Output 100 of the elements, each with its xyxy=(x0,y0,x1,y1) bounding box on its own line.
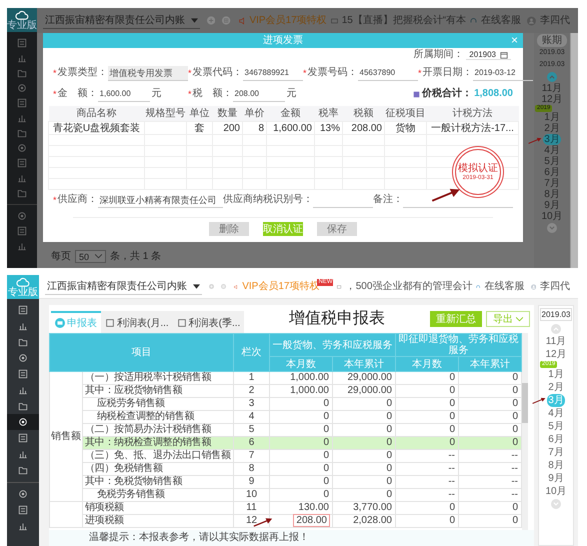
table-cell: -- xyxy=(458,476,522,488)
field-label: 所属期间： xyxy=(413,49,464,61)
scrollbar[interactable] xyxy=(570,33,578,268)
month-item[interactable]: 11月 xyxy=(540,83,564,94)
field-label: 供应商纳税识别号： xyxy=(223,194,313,206)
logo[interactable]: 专业版 xyxy=(7,275,39,299)
period-button[interactable]: 账期 xyxy=(537,34,567,47)
company-select[interactable]: 江西振宙精密有限责任公司内账 xyxy=(43,12,200,29)
field-label: 备注： xyxy=(373,194,403,206)
gear-icon xyxy=(18,489,28,499)
table-cell: -- xyxy=(396,450,458,462)
tab[interactable]: 利润表(季... xyxy=(172,311,244,333)
month-item[interactable]: 5月 xyxy=(543,156,561,167)
table-cell: 其中：应税货物销售额 xyxy=(82,384,234,398)
stamp-title: 模拟认证 xyxy=(458,162,498,174)
close-button[interactable]: × xyxy=(510,33,518,48)
month-item[interactable]: 1月 xyxy=(543,112,561,123)
avatar-icon[interactable] xyxy=(527,14,536,28)
month-item[interactable]: 3月 xyxy=(547,394,565,407)
month-item[interactable]: 4月 xyxy=(547,407,565,420)
table-cell: 11 xyxy=(234,502,270,514)
month-item[interactable]: 7月 xyxy=(543,178,561,189)
slogan-link[interactable]: ，500强企业都有的管理会计 xyxy=(346,280,472,292)
table-cell: 0 xyxy=(396,372,458,384)
table-cell: 0 xyxy=(458,502,522,514)
column-header: 本年累计 xyxy=(470,358,510,370)
input-field[interactable]: 45637890 xyxy=(358,66,418,80)
input-field[interactable]: 208.00 xyxy=(232,86,285,102)
column-header: 本年累计 xyxy=(344,358,384,370)
required-mark: * xyxy=(418,68,422,78)
table-cell: 1,000.00 xyxy=(270,384,332,398)
scrollbar[interactable] xyxy=(522,333,528,530)
month-item[interactable]: 8月 xyxy=(543,189,561,200)
folder-icon xyxy=(17,128,27,138)
tab[interactable]: 申报表 xyxy=(51,311,101,333)
table-cell: 货物 xyxy=(396,122,416,134)
table-cell: 0 xyxy=(396,398,458,410)
tab[interactable]: 利润表(月... xyxy=(101,311,173,333)
month-item[interactable]: 1月 xyxy=(547,368,565,381)
table-cell: 0 xyxy=(332,436,396,450)
table-cell: 销项税额 xyxy=(82,502,234,514)
logo[interactable]: 专业版 xyxy=(7,8,37,32)
scroll-down-icon[interactable] xyxy=(547,223,557,233)
gear-icon xyxy=(17,82,27,92)
table-cell: 0 xyxy=(270,462,332,476)
month-item[interactable]: 11月 xyxy=(544,335,568,348)
month-item[interactable]: 4月 xyxy=(543,145,561,156)
month-item[interactable]: 9月 xyxy=(547,472,565,485)
month-item[interactable]: 2月 xyxy=(543,123,561,134)
input-field[interactable]: 2019-03-12 xyxy=(472,66,533,80)
table-cell: 2 xyxy=(234,384,270,398)
column-header: 金额 xyxy=(266,106,314,122)
table-cell: 0 xyxy=(332,410,396,424)
bar-chart-icon xyxy=(17,52,27,62)
news-link[interactable]: 15【直播】把握税会计“有本 xyxy=(342,14,466,26)
bar-chart-icon xyxy=(18,521,28,531)
page-size-select[interactable]: 50 xyxy=(75,250,106,263)
report-title: 增值税申报表 xyxy=(288,310,386,328)
scroll-up-icon[interactable] xyxy=(547,72,557,82)
input-field[interactable]: 1,600.00 xyxy=(98,86,150,102)
company-select[interactable]: 江西振宙精密有限责任公司内账 xyxy=(45,278,202,295)
toolbar-button[interactable]: 导出 xyxy=(486,311,530,327)
gear-icon xyxy=(18,417,28,427)
month-item[interactable]: 12月 xyxy=(540,94,564,105)
folder-icon xyxy=(18,337,28,347)
column-header: 本月数 xyxy=(412,358,442,370)
table-cell: 2,028.00 xyxy=(332,514,396,528)
table-cell: 0 xyxy=(270,410,332,424)
table-cell: 0 xyxy=(270,450,332,462)
month-item[interactable]: 12月 xyxy=(544,348,568,361)
month-item[interactable]: 10月 xyxy=(540,211,564,222)
month-item[interactable]: 9月 xyxy=(543,200,561,211)
month-item[interactable]: 2月 xyxy=(547,381,565,394)
document-icon xyxy=(17,98,27,108)
service-link[interactable]: 在线客服 xyxy=(481,14,522,26)
table-cell: 进项税额 xyxy=(82,514,234,528)
caret-icon xyxy=(191,18,198,22)
month-item[interactable]: 10月 xyxy=(544,485,568,498)
period-field[interactable]: 201903 xyxy=(466,50,511,60)
logo-text: 专业版 xyxy=(7,20,37,31)
month-item[interactable]: 6月 xyxy=(543,167,561,178)
dialog-button[interactable]: 取消认证 xyxy=(263,222,303,236)
input-field[interactable]: 3467889921 xyxy=(242,66,303,80)
input-field[interactable]: 深圳联亚小精蒋有限责任公司 xyxy=(98,192,223,208)
table-cell: 29,000.00 xyxy=(332,372,396,384)
sidebar-item[interactable] xyxy=(7,414,39,430)
month-item[interactable]: 3月 xyxy=(543,134,561,145)
user-name[interactable]: 李四代 xyxy=(540,280,570,292)
user-name[interactable]: 李四代 xyxy=(540,14,570,26)
table-cell: 0 xyxy=(270,436,332,450)
table-cell: 0 xyxy=(396,410,458,424)
month-item[interactable]: 5月 xyxy=(547,420,565,433)
toolbar-button[interactable]: 重新汇总 xyxy=(430,311,482,327)
service-link[interactable]: 在线客服 xyxy=(484,280,525,292)
month-item[interactable]: 8月 xyxy=(547,459,565,472)
month-item[interactable]: 6月 xyxy=(547,433,565,446)
document-icon xyxy=(18,433,28,443)
gear-icon xyxy=(17,210,27,220)
month-item[interactable]: 7月 xyxy=(547,446,565,459)
caret-icon xyxy=(516,316,523,322)
